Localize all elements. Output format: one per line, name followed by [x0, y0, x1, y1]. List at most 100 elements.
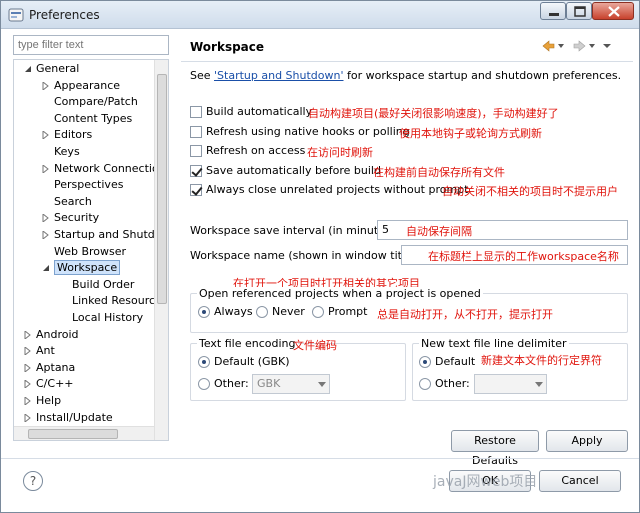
- checkbox-box[interactable]: [190, 165, 202, 177]
- option-note: 在访问时刷新: [307, 146, 373, 159]
- collapsed-arrow-icon[interactable]: [24, 380, 32, 389]
- tree-item-android[interactable]: Android: [24, 327, 79, 343]
- maximize-button[interactable]: [566, 2, 592, 20]
- tree-item-label: Linked Resource: [72, 294, 162, 308]
- radio-label: Other:: [435, 377, 470, 390]
- close-button[interactable]: [592, 2, 634, 20]
- expanded-arrow-icon[interactable]: [24, 65, 32, 73]
- tree-item-local-history[interactable]: Local History: [60, 310, 143, 326]
- restore-defaults-button[interactable]: Restore Defaults: [451, 430, 539, 467]
- tree-item-build-order[interactable]: Build Order: [60, 277, 134, 293]
- preferences-window: Preferences JavaInstall/UpdateHelpC/C++A…: [0, 0, 640, 513]
- tree-item-workspace[interactable]: Workspace: [42, 260, 121, 276]
- scrollbar-thumb[interactable]: [28, 429, 118, 439]
- collapsed-arrow-icon[interactable]: [24, 413, 32, 422]
- tree-item-startup-and-shutdow[interactable]: Startup and Shutdow: [42, 227, 169, 243]
- radio-dot: [312, 306, 324, 318]
- radio-label: Default (GBK): [214, 355, 290, 368]
- checkbox-box[interactable]: [190, 126, 202, 138]
- tree-item-editors[interactable]: Editors: [42, 127, 92, 143]
- tree-item-label: C/C++: [36, 377, 74, 391]
- tree-item-label: Startup and Shutdow: [54, 228, 169, 241]
- tree-item-install-update[interactable]: Install/Update: [24, 410, 113, 426]
- tree-vertical-scrollbar[interactable]: [154, 60, 168, 440]
- collapsed-arrow-icon[interactable]: [42, 214, 50, 223]
- tree-item-search[interactable]: Search: [42, 194, 92, 210]
- apply-button[interactable]: Apply: [546, 430, 628, 452]
- back-dropdown-icon[interactable]: [558, 44, 564, 48]
- window-title: Preferences: [29, 8, 100, 22]
- filter-input[interactable]: [13, 35, 169, 55]
- tree-item-label: Appearance: [54, 78, 121, 92]
- tree-item-content-types[interactable]: Content Types: [42, 111, 132, 127]
- footer-divider: [1, 458, 639, 459]
- checkbox-label: Refresh using native hooks or polling: [206, 125, 410, 138]
- startup-shutdown-link[interactable]: 'Startup and Shutdown': [214, 69, 343, 82]
- page-nav-icons: [542, 40, 611, 52]
- collapsed-arrow-icon[interactable]: [24, 347, 32, 356]
- collapsed-arrow-icon[interactable]: [42, 131, 50, 140]
- tree-item-security[interactable]: Security: [42, 210, 99, 226]
- radio-dot: [198, 378, 210, 390]
- checkbox-label: Refresh on access: [206, 144, 306, 157]
- collapsed-arrow-icon[interactable]: [24, 397, 32, 405]
- back-arrow-icon[interactable]: [542, 40, 555, 52]
- view-menu-icon[interactable]: [603, 44, 611, 48]
- tree-item-general[interactable]: General: [24, 61, 79, 77]
- collapsed-arrow-icon[interactable]: [42, 81, 50, 90]
- chevron-down-icon: [318, 382, 326, 387]
- forward-dropdown-icon[interactable]: [589, 44, 595, 48]
- checkbox-box[interactable]: [190, 145, 202, 157]
- tree-item-label: Web Browser: [54, 244, 127, 258]
- workspace-name-note: 在标题栏上显示的工作workspace名称: [428, 250, 619, 263]
- tree-item-c-c-[interactable]: C/C++: [24, 376, 74, 392]
- expanded-arrow-icon[interactable]: [42, 264, 50, 272]
- delimiter-other-select[interactable]: [474, 374, 547, 394]
- collapsed-arrow-icon[interactable]: [42, 231, 50, 239]
- preferences-tree: JavaInstall/UpdateHelpC/C++AptanaAntAndr…: [13, 59, 169, 441]
- tree-item-label: Search: [54, 194, 92, 208]
- tree-item-linked-resource[interactable]: Linked Resource: [60, 293, 162, 309]
- save-interval-note: 自动保存间隔: [406, 225, 472, 238]
- help-icon[interactable]: ?: [23, 471, 43, 491]
- tree-item-label: Build Order: [72, 277, 135, 291]
- encoding-other-select[interactable]: GBK: [252, 374, 330, 394]
- save-interval-value: 5: [382, 223, 389, 236]
- checkbox-label: Build automatically: [206, 105, 313, 118]
- title-bar: Preferences: [1, 1, 639, 29]
- tree-item-label: Aptana: [36, 360, 76, 374]
- radio-dot: [256, 306, 268, 318]
- collapsed-arrow-icon[interactable]: [42, 164, 50, 173]
- option-note: 自动关闭不相关的项目时不提示用户: [442, 185, 618, 198]
- tree-item-help[interactable]: Help: [24, 393, 61, 409]
- scrollbar-thumb[interactable]: [157, 74, 167, 304]
- tree-horizontal-scrollbar[interactable]: [14, 426, 154, 440]
- tree-item-perspectives[interactable]: Perspectives: [42, 177, 123, 193]
- checkbox-box[interactable]: [190, 106, 202, 118]
- cancel-button[interactable]: Cancel: [539, 470, 621, 492]
- collapsed-arrow-icon[interactable]: [24, 330, 32, 339]
- tree-item-label: Security: [54, 211, 100, 225]
- tree-item-keys[interactable]: Keys: [42, 144, 80, 160]
- tree-item-label: Workspace: [54, 260, 121, 276]
- radio-label: Other:: [214, 377, 249, 390]
- tree-item-label: Help: [36, 394, 62, 407]
- save-interval-label: Workspace save interval (in minutes):: [190, 224, 399, 237]
- minimize-button[interactable]: [540, 2, 566, 20]
- collapsed-arrow-icon[interactable]: [24, 363, 32, 372]
- tree-item-web-browser[interactable]: Web Browser: [42, 244, 126, 260]
- tree-item-label: Content Types: [54, 111, 133, 125]
- tree-item-network-connection[interactable]: Network Connection: [42, 161, 166, 177]
- checkbox-box[interactable]: [190, 184, 202, 196]
- tree-item-compare-patch[interactable]: Compare/Patch: [42, 94, 138, 110]
- option-note: 自动构建项目(最好关闭很影响速度)，手动构建好了: [308, 107, 559, 120]
- tree-item-label: Compare/Patch: [54, 95, 138, 109]
- tree-item-aptana[interactable]: Aptana: [24, 360, 75, 376]
- encoding-note: 文件编码: [293, 339, 337, 352]
- maximize-icon: [574, 6, 586, 17]
- tree-item-label: Ant: [36, 344, 55, 358]
- tree-item-appearance[interactable]: Appearance: [42, 78, 120, 94]
- tree-item-ant[interactable]: Ant: [24, 343, 55, 359]
- open-ref-group-title: Open referenced projects when a project …: [197, 287, 483, 300]
- forward-arrow-icon[interactable]: [573, 40, 586, 52]
